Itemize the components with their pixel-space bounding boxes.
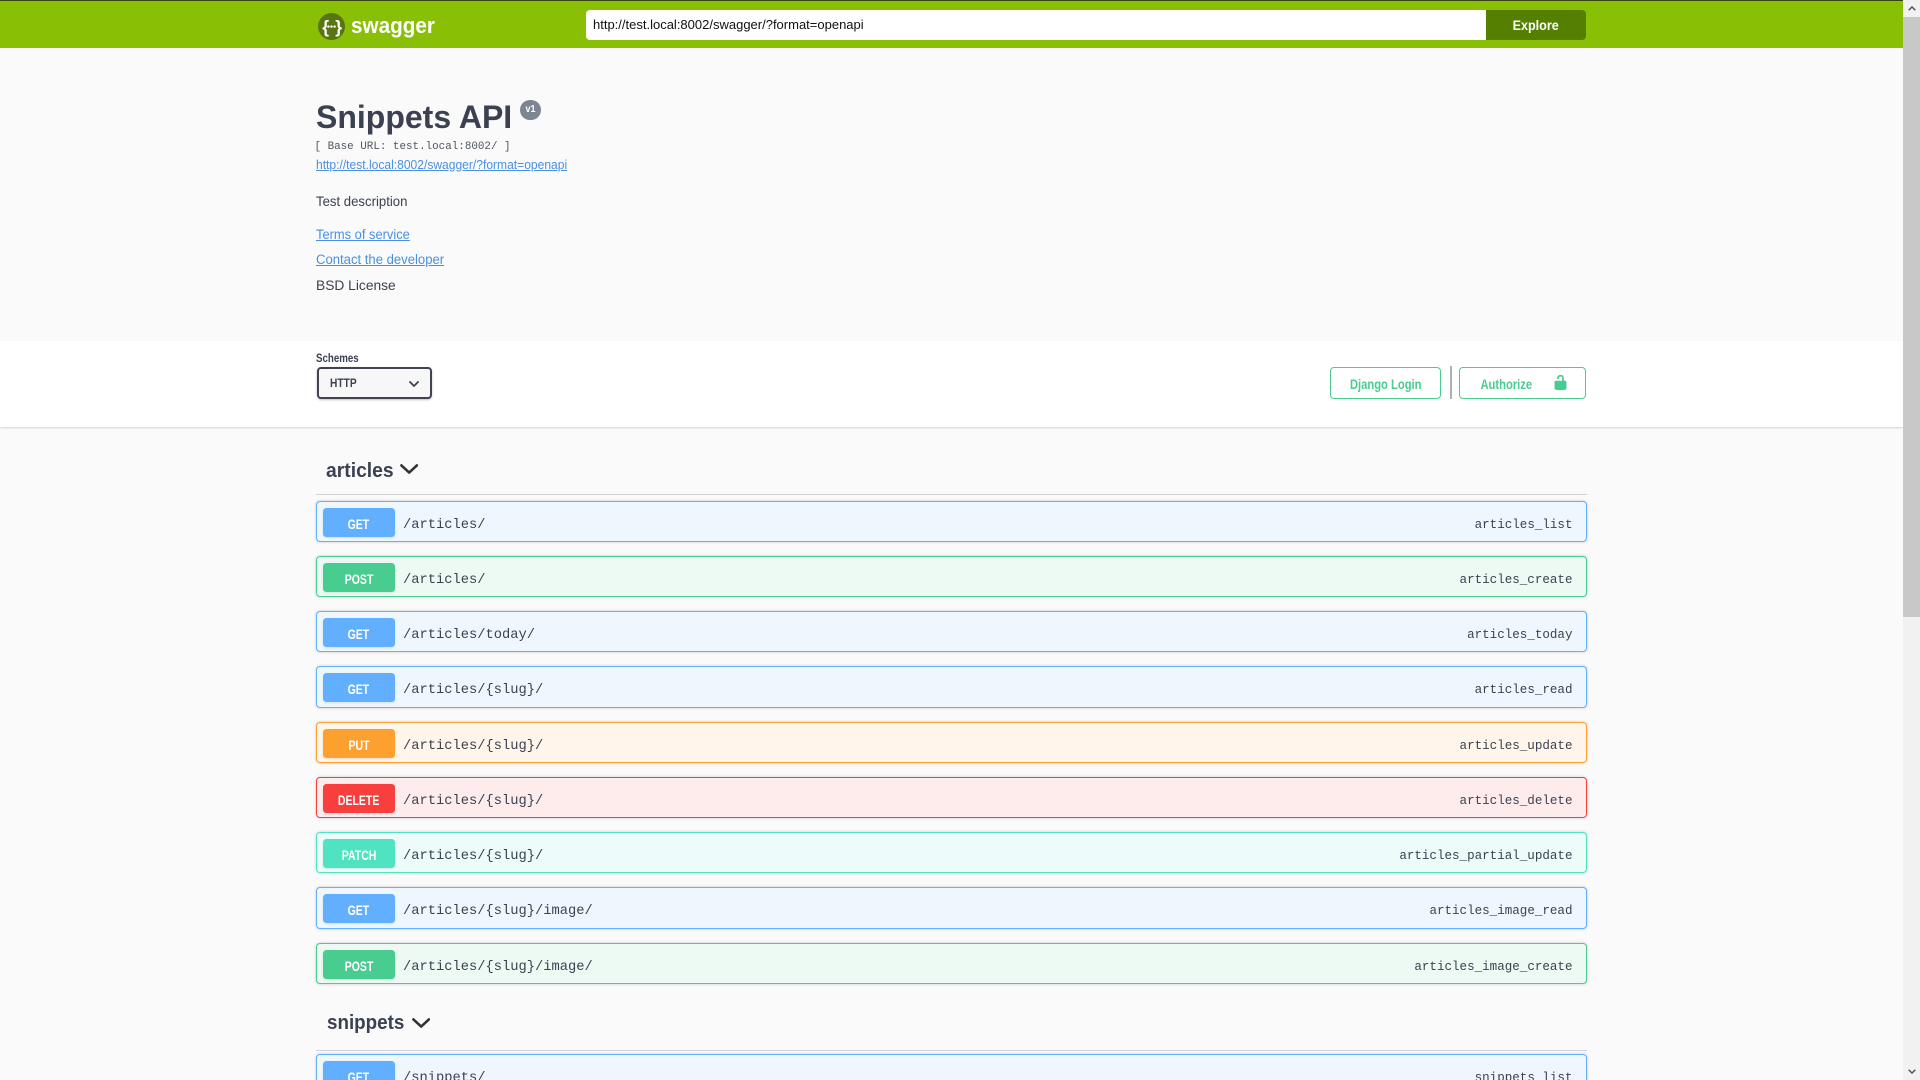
svg-text:}: } bbox=[335, 17, 342, 37]
